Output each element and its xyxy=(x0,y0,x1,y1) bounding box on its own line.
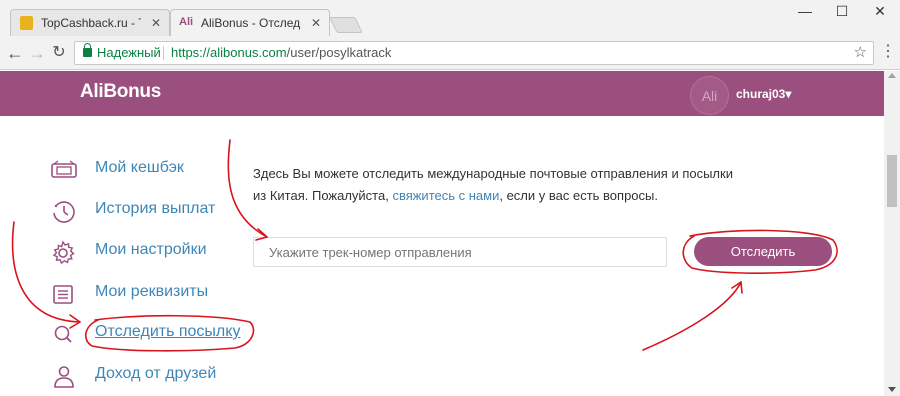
url-text: https://alibonus.com/user/posylkatrack xyxy=(171,42,391,64)
security-label: Надежный xyxy=(97,45,161,60)
search-icon xyxy=(50,322,76,346)
sidebar-item-label: Доход от друзей xyxy=(95,365,217,382)
divider xyxy=(163,46,164,60)
close-icon[interactable]: ✕ xyxy=(151,10,161,36)
tab-alibonus[interactable]: Ali AliBonus - Отследить по ✕ xyxy=(170,9,330,36)
person-icon xyxy=(50,364,76,388)
close-icon[interactable]: ✕ xyxy=(311,10,321,36)
address-bar[interactable]: Надежный https://alibonus.com/user/posyl… xyxy=(74,41,874,65)
alibonus-favicon-icon: Ali xyxy=(179,16,194,28)
intro-line-2-prefix: из Китая. Пожалуйста, xyxy=(253,188,393,203)
tab-title: AliBonus - Отследить по xyxy=(201,16,301,30)
sidebar-item-label: Мои настройки xyxy=(95,241,207,258)
back-arrow-icon[interactable]: ← xyxy=(3,43,27,63)
sidebar-item-cashback[interactable]: Мой кешбэк xyxy=(50,155,260,185)
new-tab-button[interactable] xyxy=(329,17,363,33)
lock-favicon-icon xyxy=(20,16,33,30)
sidebar-item-track-parcel[interactable]: Отследить посылку xyxy=(50,319,260,349)
sidebar-item-label: Мой кешбэк xyxy=(95,159,184,176)
intro-line-2-suffix: , если у вас есть вопросы. xyxy=(499,188,658,203)
site-header: AliBonus Ali churaj03▾ xyxy=(0,71,884,116)
gear-icon xyxy=(50,240,76,265)
bookmark-star-icon[interactable]: ☆ xyxy=(854,42,867,64)
forward-arrow-icon[interactable]: → xyxy=(25,43,49,63)
url-path: /user/posylkatrack xyxy=(286,45,392,60)
tab-title: TopCashback.ru - Топ лу xyxy=(41,16,141,30)
maximize-button[interactable]: ☐ xyxy=(824,0,860,22)
sidebar-item-referral-income[interactable]: Доход от друзей xyxy=(50,361,260,391)
sidebar-item-payout-history[interactable]: История выплат xyxy=(50,196,260,226)
browser-menu-icon[interactable]: ⋮ xyxy=(880,44,896,60)
user-menu-button[interactable]: churaj03▾ xyxy=(736,87,791,101)
lock-icon xyxy=(83,43,92,57)
intro-text: Здесь Вы можете отследить международные … xyxy=(253,163,773,207)
document-icon xyxy=(50,282,76,306)
wallet-icon xyxy=(50,158,77,182)
scroll-up-arrow-icon[interactable] xyxy=(888,73,896,78)
browser-toolbar: ← → ↻ Надежный https://alibonus.com/user… xyxy=(0,36,900,70)
annotation-arrow xyxy=(642,281,742,351)
reload-icon[interactable]: ↻ xyxy=(47,43,71,63)
tab-topcashback[interactable]: TopCashback.ru - Топ лу ✕ xyxy=(10,9,170,36)
intro-line-1: Здесь Вы можете отследить международные … xyxy=(253,166,733,181)
sidebar-item-label: История выплат xyxy=(95,200,216,217)
sidebar-item-requisites[interactable]: Мои реквизиты xyxy=(50,279,260,309)
minimize-button[interactable]: — xyxy=(787,0,823,22)
sidebar-item-label: Отследить посылку xyxy=(95,323,241,340)
avatar[interactable]: Ali xyxy=(690,76,729,115)
alibonus-logo[interactable]: AliBonus xyxy=(80,81,161,103)
sidebar-item-settings[interactable]: Мои настройки xyxy=(50,237,260,267)
url-host: https://alibonus.com xyxy=(171,45,287,60)
track-button[interactable]: Отследить xyxy=(694,237,832,266)
sidebar-item-label: Мои реквизиты xyxy=(95,283,209,300)
scrollbar-thumb[interactable] xyxy=(887,155,897,207)
contact-us-link[interactable]: свяжитесь с нами xyxy=(392,188,499,203)
annotation-arrow-head xyxy=(731,281,743,294)
page-scrollbar[interactable] xyxy=(884,71,900,396)
scroll-down-arrow-icon[interactable] xyxy=(888,387,896,392)
history-icon xyxy=(50,199,76,223)
tracking-number-input[interactable] xyxy=(253,237,667,267)
tab-strip: TopCashback.ru - Топ лу ✕ Ali AliBonus -… xyxy=(0,0,900,36)
close-window-button[interactable]: ✕ xyxy=(862,0,898,22)
